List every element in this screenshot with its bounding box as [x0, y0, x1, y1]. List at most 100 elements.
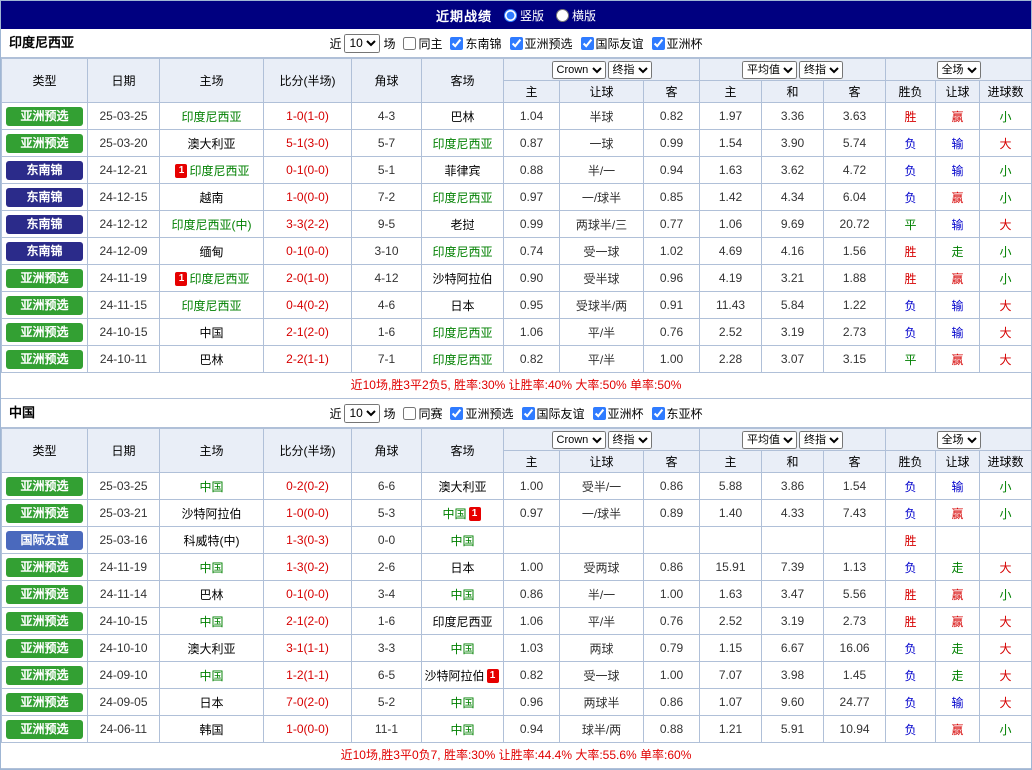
section-header: 印度尼西亚 近 10 场 同主 东南锦 亚洲预选 国际友谊 亚洲杯: [1, 29, 1031, 58]
handicap-result-cell: 走: [936, 662, 980, 689]
crown-handicap: 半球: [560, 103, 644, 130]
crown-odds-group: Crown终指: [504, 429, 700, 451]
subcol-avg-draw: 和: [762, 451, 824, 473]
avg-home-odds: 1.63: [700, 157, 762, 184]
home-team-cell: 1印度尼西亚: [160, 265, 264, 292]
score-cell[interactable]: 1-3(0-3): [264, 527, 352, 554]
team-name: 中国: [450, 534, 474, 548]
match-row: 东南锦24-12-211印度尼西亚0-1(0-0)5-1菲律宾0.88半/一0.…: [2, 157, 1032, 184]
subcol-crown-handicap: 让球: [560, 451, 644, 473]
score-cell[interactable]: 7-0(2-0): [264, 689, 352, 716]
date-cell: 25-03-20: [88, 130, 160, 157]
scope-select[interactable]: 全场: [937, 431, 981, 449]
crown-home-odds: [504, 527, 560, 554]
result-cell: 负: [886, 554, 936, 581]
avg-home-odds: 1.15: [700, 635, 762, 662]
score-cell[interactable]: 5-1(3-0): [264, 130, 352, 157]
competition-checkbox-3[interactable]: 亚洲杯: [593, 405, 644, 422]
subcol-crown-home: 主: [504, 451, 560, 473]
crown-away-odds: 0.77: [644, 211, 700, 238]
score-cell[interactable]: 1-0(0-0): [264, 500, 352, 527]
home-team-cell: 沙特阿拉伯: [160, 500, 264, 527]
crown-odds-stage-select[interactable]: 终指: [608, 61, 652, 79]
results-tbody: 亚洲预选25-03-25中国0-2(0-2)6-6澳大利亚1.00受半/一0.8…: [2, 473, 1032, 743]
competition-cell: 东南锦: [2, 184, 88, 211]
score-cell[interactable]: 0-1(0-0): [264, 157, 352, 184]
score-cell[interactable]: 3-1(1-1): [264, 635, 352, 662]
home-team-cell: 越南: [160, 184, 264, 211]
results-section-indonesia: 印度尼西亚 近 10 场 同主 东南锦 亚洲预选 国际友谊 亚洲杯 类型 日期 …: [1, 29, 1031, 399]
vertical-radio-label: 竖版: [520, 7, 544, 24]
competition-checkbox-4[interactable]: 亚洲杯: [652, 35, 703, 52]
competition-label: 亚洲杯: [608, 405, 644, 422]
match-row: 亚洲预选25-03-21沙特阿拉伯1-0(0-0)5-3中国10.97一/球半0…: [2, 500, 1032, 527]
avg-odds-stage-select[interactable]: 终指: [799, 431, 843, 449]
score-cell[interactable]: 1-0(0-0): [264, 716, 352, 743]
team-name: 印度尼西亚: [432, 137, 492, 151]
handicap-result-cell: 走: [936, 635, 980, 662]
competition-cell: 亚洲预选: [2, 608, 88, 635]
away-team-cell: 印度尼西亚: [422, 346, 504, 373]
bookmaker-select[interactable]: Crown: [552, 431, 606, 449]
same-competition-checkbox[interactable]: 同赛: [403, 405, 442, 422]
score-cell[interactable]: 2-0(1-0): [264, 265, 352, 292]
score-cell[interactable]: 0-1(0-0): [264, 581, 352, 608]
avg-away-odds: 2.73: [824, 319, 886, 346]
competition-badge: 亚洲预选: [6, 350, 83, 369]
near-label: 近: [329, 405, 341, 422]
result-cell: 平: [886, 211, 936, 238]
score-cell[interactable]: 1-0(0-0): [264, 184, 352, 211]
bookmaker-select[interactable]: Crown: [552, 61, 606, 79]
team-name: 澳大利亚: [187, 137, 235, 151]
handicap-result-cell: 输: [936, 319, 980, 346]
score-cell[interactable]: 1-3(0-2): [264, 554, 352, 581]
col-home: 主场: [160, 59, 264, 103]
score-cell[interactable]: 2-2(1-1): [264, 346, 352, 373]
competition-badge: 东南锦: [6, 215, 83, 234]
avg-odds-stage-select[interactable]: 终指: [799, 61, 843, 79]
crown-away-odds: 0.76: [644, 608, 700, 635]
goal-count-cell: 大: [980, 554, 1032, 581]
match-count-select[interactable]: 10: [344, 404, 380, 423]
competition-checkbox-4[interactable]: 东亚杯: [652, 405, 703, 422]
avg-home-odds: 7.07: [700, 662, 762, 689]
match-count-select[interactable]: 10: [344, 34, 380, 53]
score-cell[interactable]: 3-3(2-2): [264, 211, 352, 238]
score-cell[interactable]: 2-1(2-0): [264, 319, 352, 346]
score-cell[interactable]: 0-4(0-2): [264, 292, 352, 319]
avg-home-odds: 1.07: [700, 689, 762, 716]
scope-select[interactable]: 全场: [937, 61, 981, 79]
same-venue-label: 同主: [418, 35, 442, 52]
crown-odds-stage-select[interactable]: 终指: [608, 431, 652, 449]
crown-handicap: 一/球半: [560, 500, 644, 527]
competition-checkbox-3[interactable]: 国际友谊: [581, 35, 644, 52]
avg-draw-odds: 9.69: [762, 211, 824, 238]
competition-checkbox-2[interactable]: 国际友谊: [522, 405, 585, 422]
avg-home-odds: [700, 527, 762, 554]
competition-cell: 亚洲预选: [2, 662, 88, 689]
avg-select[interactable]: 平均值: [742, 431, 797, 449]
competition-checkbox-1[interactable]: 东南锦: [450, 35, 501, 52]
competition-checkbox-2[interactable]: 亚洲预选: [510, 35, 573, 52]
match-row: 亚洲预选24-11-15印度尼西亚0-4(0-2)4-6日本0.95受球半/两0…: [2, 292, 1032, 319]
handicap-result-cell: 赢: [936, 346, 980, 373]
subcol-avg-away: 客: [824, 451, 886, 473]
avg-draw-odds: 4.34: [762, 184, 824, 211]
match-row: 亚洲预选24-09-05日本7-0(2-0)5-2中国0.96两球半0.861.…: [2, 689, 1032, 716]
date-cell: 24-12-21: [88, 157, 160, 184]
crown-home-odds: 0.97: [504, 500, 560, 527]
competition-cell: 亚洲预选: [2, 635, 88, 662]
score-cell[interactable]: 2-1(2-0): [264, 608, 352, 635]
same-venue-checkbox[interactable]: 同主: [403, 35, 442, 52]
score-cell[interactable]: 0-2(0-2): [264, 473, 352, 500]
layout-radio-horizontal[interactable]: 横版: [556, 7, 596, 24]
handicap-result-cell: 走: [936, 238, 980, 265]
score-cell[interactable]: 1-2(1-1): [264, 662, 352, 689]
avg-select[interactable]: 平均值: [742, 61, 797, 79]
competition-checkbox-1[interactable]: 亚洲预选: [450, 405, 513, 422]
layout-radio-vertical[interactable]: 竖版: [504, 7, 544, 24]
score-cell[interactable]: 0-1(0-0): [264, 238, 352, 265]
goal-count-cell: 大: [980, 130, 1032, 157]
col-date: 日期: [88, 59, 160, 103]
score-cell[interactable]: 1-0(1-0): [264, 103, 352, 130]
